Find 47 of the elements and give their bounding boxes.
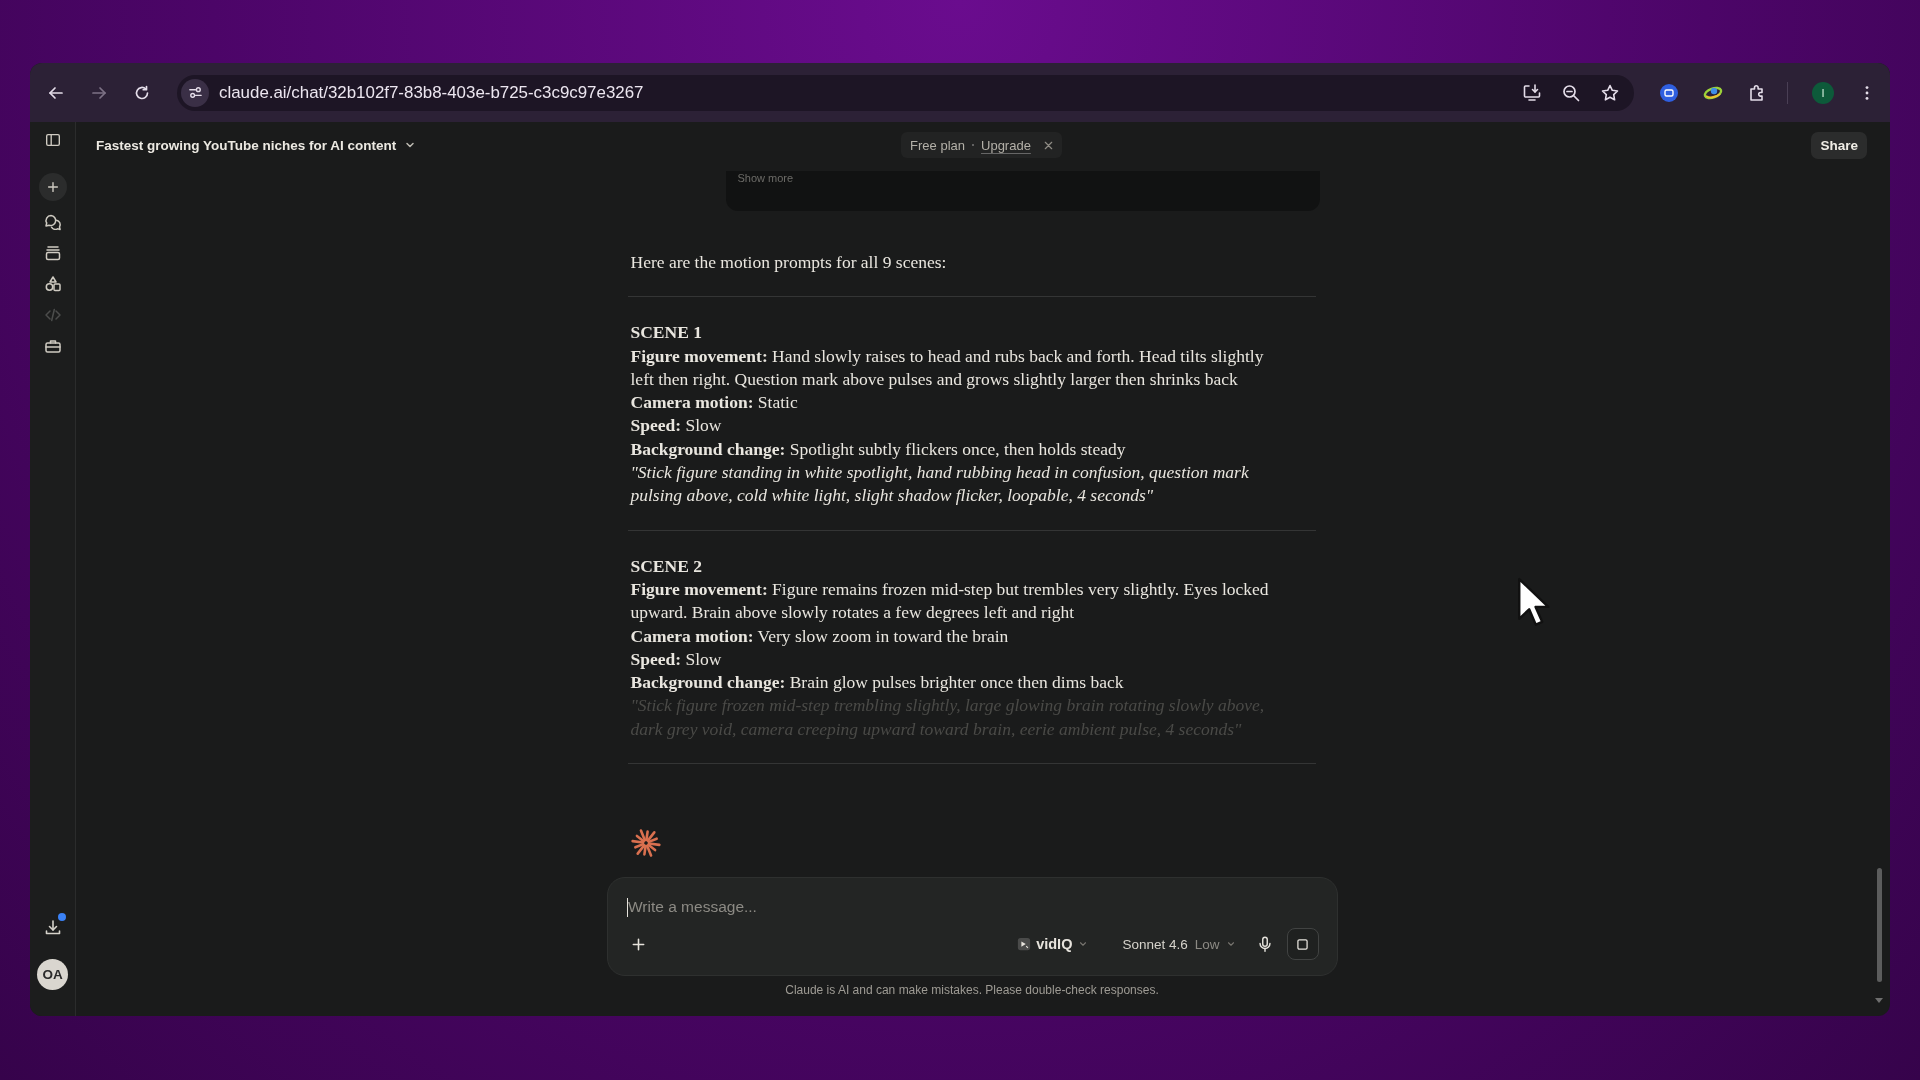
- scrollbar-thumb[interactable]: [1876, 868, 1882, 982]
- chat-title-dropdown[interactable]: Fastest growing YouTube niches for AI content: [96, 137, 417, 153]
- chevron-down-icon: [1225, 939, 1236, 949]
- scene-detail: Camera motion: Static: [630, 391, 799, 415]
- scene-detail: Background change: Spotlight subtly flickers once, then holds steady: [630, 437, 1127, 461]
- scene-detail: Speed: Slow: [630, 414, 723, 438]
- scene-detail: Figure movement: Figure remains frozen mid-step but trembles very slightly. Eyes locked upward. Brain above slowly rotates a few degrees left and right: [630, 577, 1270, 625]
- disclaimer-text: Claude is AI and can make mistakes. Please double-check responses.: [785, 982, 1159, 998]
- chevron-down-icon: [1078, 939, 1089, 949]
- plan-label: Free plan: [910, 137, 965, 153]
- scene-heading: SCENE 1: [630, 321, 703, 345]
- square-icon: [1297, 938, 1308, 950]
- scene-detail: Figure movement: Hand slowly raises to head and rubs back and forth. Head tilts slightly left then right. Question mark above pulses and grows slightly larger then shrinks back: [630, 344, 1265, 391]
- scene-detail: Camera motion: Very slow zoom in toward the brain: [630, 624, 1010, 648]
- install-app-icon[interactable]: [1522, 82, 1542, 103]
- user-avatar[interactable]: OA: [37, 959, 68, 990]
- message-input[interactable]: Write a message...: [628, 895, 1319, 919]
- new-chat-button[interactable]: [38, 173, 67, 201]
- site-settings-icon[interactable]: [181, 78, 209, 107]
- bookmark-star-icon[interactable]: [1600, 82, 1620, 103]
- url-text: claude.ai/chat/32b102f7-83b8-403e-b725-c3c9c97e3267: [219, 82, 645, 103]
- add-attachment-icon[interactable]: [630, 936, 646, 952]
- scene-detail: Background change: Brain glow pulses brighter once then dims back: [630, 671, 1125, 695]
- starburst-icon: [630, 828, 661, 859]
- close-icon[interactable]: [1042, 139, 1054, 151]
- video-tile-icon: [1017, 937, 1032, 951]
- scene-detail: Speed: Slow: [630, 647, 723, 671]
- scene-heading: SCENE 2: [630, 554, 703, 578]
- upgrade-link[interactable]: Upgrade: [981, 137, 1031, 153]
- sidebar-toggle-icon[interactable]: [43, 131, 62, 149]
- plus-icon: [45, 180, 60, 194]
- chat-bubbles-icon[interactable]: [42, 212, 63, 232]
- tool-selector[interactable]: vidIQ: [1017, 936, 1089, 952]
- show-more-link[interactable]: Show more: [737, 172, 794, 184]
- more-menu-icon[interactable]: [1864, 83, 1870, 102]
- round-extension-icon[interactable]: [1659, 82, 1679, 103]
- address-bar[interactable]: claude.ai/chat/32b102f7-83b8-403e-b725-c3c9c97e3267: [177, 74, 1634, 111]
- share-button[interactable]: Share: [1811, 131, 1867, 159]
- voice-mode-button[interactable]: [1286, 928, 1319, 960]
- profile-avatar[interactable]: I: [1812, 81, 1834, 104]
- prompt-text: "Stick figure standing in white spotlight, hand rubbing head in confusion, question mark pulsing above, cold white light, slight shadow flicker, loopable, 4 seconds": [630, 461, 1250, 508]
- mouse-pointer-icon: [1516, 576, 1550, 628]
- intro-text: Here are the motion prompts for all 9 scenes:: [630, 251, 948, 274]
- zoom-out-icon[interactable]: [1561, 82, 1581, 103]
- text-cursor-icon: [626, 897, 628, 917]
- model-selector[interactable]: Sonnet 4.6 Low: [1122, 936, 1236, 952]
- scroll-down-icon[interactable]: [1875, 998, 1883, 1004]
